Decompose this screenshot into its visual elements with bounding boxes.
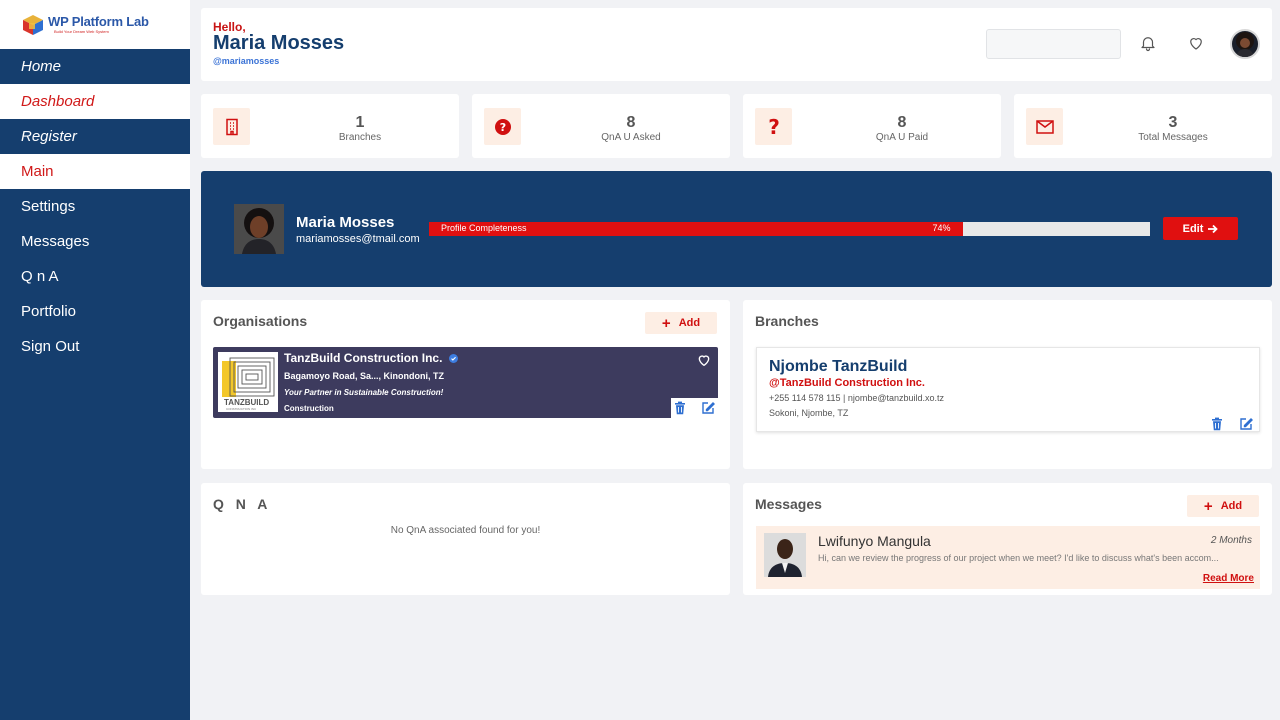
avatar[interactable]: [1230, 29, 1260, 59]
add-label: Add: [678, 317, 701, 329]
sidebar: WP Platform Lab Build Your Dream Web Sys…: [0, 0, 190, 720]
edit-profile-button[interactable]: Edit: [1163, 217, 1238, 240]
stat-value: 8: [897, 114, 907, 131]
branch-name: Njombe TanzBuild: [769, 358, 908, 375]
stat-value: 3: [1168, 114, 1178, 131]
sidebar-item-settings[interactable]: Settings: [0, 189, 190, 224]
stat-card-messages[interactable]: 3 Total Messages: [1014, 94, 1272, 158]
edit-icon[interactable]: [1239, 417, 1253, 431]
sidebar-item-dashboard[interactable]: Dashboard: [0, 84, 190, 119]
message-time: 2 Months: [1210, 535, 1252, 546]
sidebar-item-portfolio[interactable]: Portfolio: [0, 294, 190, 329]
logo-wordmark: TANZBUILD: [224, 398, 269, 407]
organisation-card[interactable]: TANZBUILD CONSTRUCTION INC TanzBuild Con…: [213, 347, 718, 418]
plus-icon: +: [1203, 497, 1213, 515]
organisation-name[interactable]: TanzBuild Construction Inc.: [284, 351, 458, 365]
arrow-right-icon: [1208, 224, 1219, 233]
sidebar-item-qna[interactable]: Q n A: [0, 259, 190, 294]
progress-label: Profile Completeness: [441, 223, 527, 233]
plus-icon: +: [661, 314, 671, 332]
add-message-button[interactable]: + Add: [1187, 495, 1259, 517]
heart-icon[interactable]: [1187, 34, 1205, 52]
trash-icon[interactable]: [1210, 417, 1224, 431]
sidebar-item-signout[interactable]: Sign Out: [0, 329, 190, 364]
message-preview: Hi, can we review the progress of our pr…: [818, 553, 1219, 563]
cube-logo-icon: [23, 14, 43, 35]
building-icon: [213, 108, 250, 145]
qna-empty-message: No QnA associated found for you!: [390, 525, 541, 536]
stat-label: Branches: [338, 132, 382, 143]
sidebar-item-register[interactable]: Register: [0, 119, 190, 154]
organisation-logo: TANZBUILD CONSTRUCTION INC: [218, 352, 278, 412]
user-handle[interactable]: @mariamosses: [213, 56, 279, 66]
organisations-panel: Organisations + Add TANZBUILD CONSTRUCTI…: [201, 300, 730, 469]
branches-panel: Branches Njombe TanzBuild @TanzBuild Con…: [743, 300, 1272, 469]
bell-icon[interactable]: [1139, 34, 1157, 52]
sidebar-item-main[interactable]: Main: [0, 154, 190, 189]
brand-name: WP Platform Lab: [48, 14, 149, 29]
add-organisation-button[interactable]: + Add: [645, 312, 717, 334]
logo[interactable]: WP Platform Lab Build Your Dream Web Sys…: [0, 0, 190, 49]
trash-icon[interactable]: [673, 401, 687, 415]
profile-completeness-bar: Profile Completeness 74%: [429, 222, 1150, 236]
progress-percent: 74%: [932, 223, 951, 233]
favorite-heart-icon[interactable]: [696, 352, 712, 368]
user-name: Maria Mosses: [213, 32, 345, 54]
stat-label: Total Messages: [1138, 132, 1208, 143]
search-input[interactable]: [986, 29, 1121, 59]
edit-label: Edit: [1182, 222, 1204, 235]
profile-photo: [234, 204, 284, 254]
branch-card[interactable]: Njombe TanzBuild @TanzBuild Construction…: [756, 347, 1260, 432]
stat-label: QnA U Paid: [875, 132, 929, 143]
sidebar-item-messages[interactable]: Messages: [0, 224, 190, 259]
profile-name: Maria Mosses: [296, 214, 395, 231]
verified-badge-icon: [448, 354, 458, 364]
organisation-name-text: TanzBuild Construction Inc.: [284, 351, 443, 365]
profile-email: mariamosses@tmail.com: [296, 233, 420, 245]
brand-tagline: Build Your Dream Web System: [54, 29, 109, 34]
edit-icon[interactable]: [701, 401, 715, 415]
stat-value: 1: [355, 114, 365, 131]
profile-banner: Maria Mosses mariamosses@tmail.com Profi…: [201, 171, 1272, 287]
sender-name: Lwifunyo Mangula: [818, 533, 931, 549]
sender-avatar: [764, 533, 806, 577]
stat-card-qna-paid[interactable]: ? 8 QnA U Paid: [743, 94, 1001, 158]
organisation-tagline: Your Partner in Sustainable Construction…: [284, 388, 444, 397]
organisation-actions: [671, 398, 718, 418]
qna-title: Q N A: [213, 496, 272, 512]
svg-text:?: ?: [768, 117, 780, 137]
branch-contact: +255 114 578 115 | njombe@tanzbuild.xo.t…: [769, 393, 945, 403]
messages-title: Messages: [755, 496, 822, 512]
avatar-image: [1236, 32, 1254, 57]
branch-organisation[interactable]: @TanzBuild Construction Inc.: [769, 377, 925, 389]
organisation-category: Construction: [284, 404, 334, 413]
question-circle-icon: ?: [484, 108, 521, 145]
qna-panel: Q N A No QnA associated found for you!: [201, 483, 730, 595]
organisation-address: Bagamoyo Road, Sa..., Kinondoni, TZ: [284, 371, 445, 381]
top-header: Hello, Maria Mosses @mariamosses: [201, 8, 1272, 81]
sidebar-item-home[interactable]: Home: [0, 49, 190, 84]
branch-location: Sokoni, Njombe, TZ: [769, 408, 849, 418]
organisations-title: Organisations: [213, 313, 308, 329]
stat-card-branches[interactable]: 1 Branches: [201, 94, 459, 158]
svg-text:?: ?: [499, 121, 505, 134]
envelope-icon: [1026, 108, 1063, 145]
add-label: Add: [1220, 500, 1243, 512]
stat-value: 8: [626, 114, 636, 131]
messages-panel: Messages + Add Lwifunyo Mangula 2 Months…: [743, 483, 1272, 595]
logo-subtitle: CONSTRUCTION INC: [226, 407, 257, 411]
branches-title: Branches: [755, 313, 819, 329]
sidebar-nav: Home Dashboard Register Main Settings Me…: [0, 49, 190, 364]
stat-card-qna-asked[interactable]: ? 8 QnA U Asked: [472, 94, 730, 158]
progress-fill: Profile Completeness 74%: [429, 222, 963, 236]
question-mark-icon: ?: [755, 108, 792, 145]
stat-label: QnA U Asked: [601, 132, 661, 143]
read-more-link[interactable]: Read More: [1203, 573, 1254, 584]
message-item[interactable]: Lwifunyo Mangula 2 Months Hi, can we rev…: [756, 526, 1260, 589]
